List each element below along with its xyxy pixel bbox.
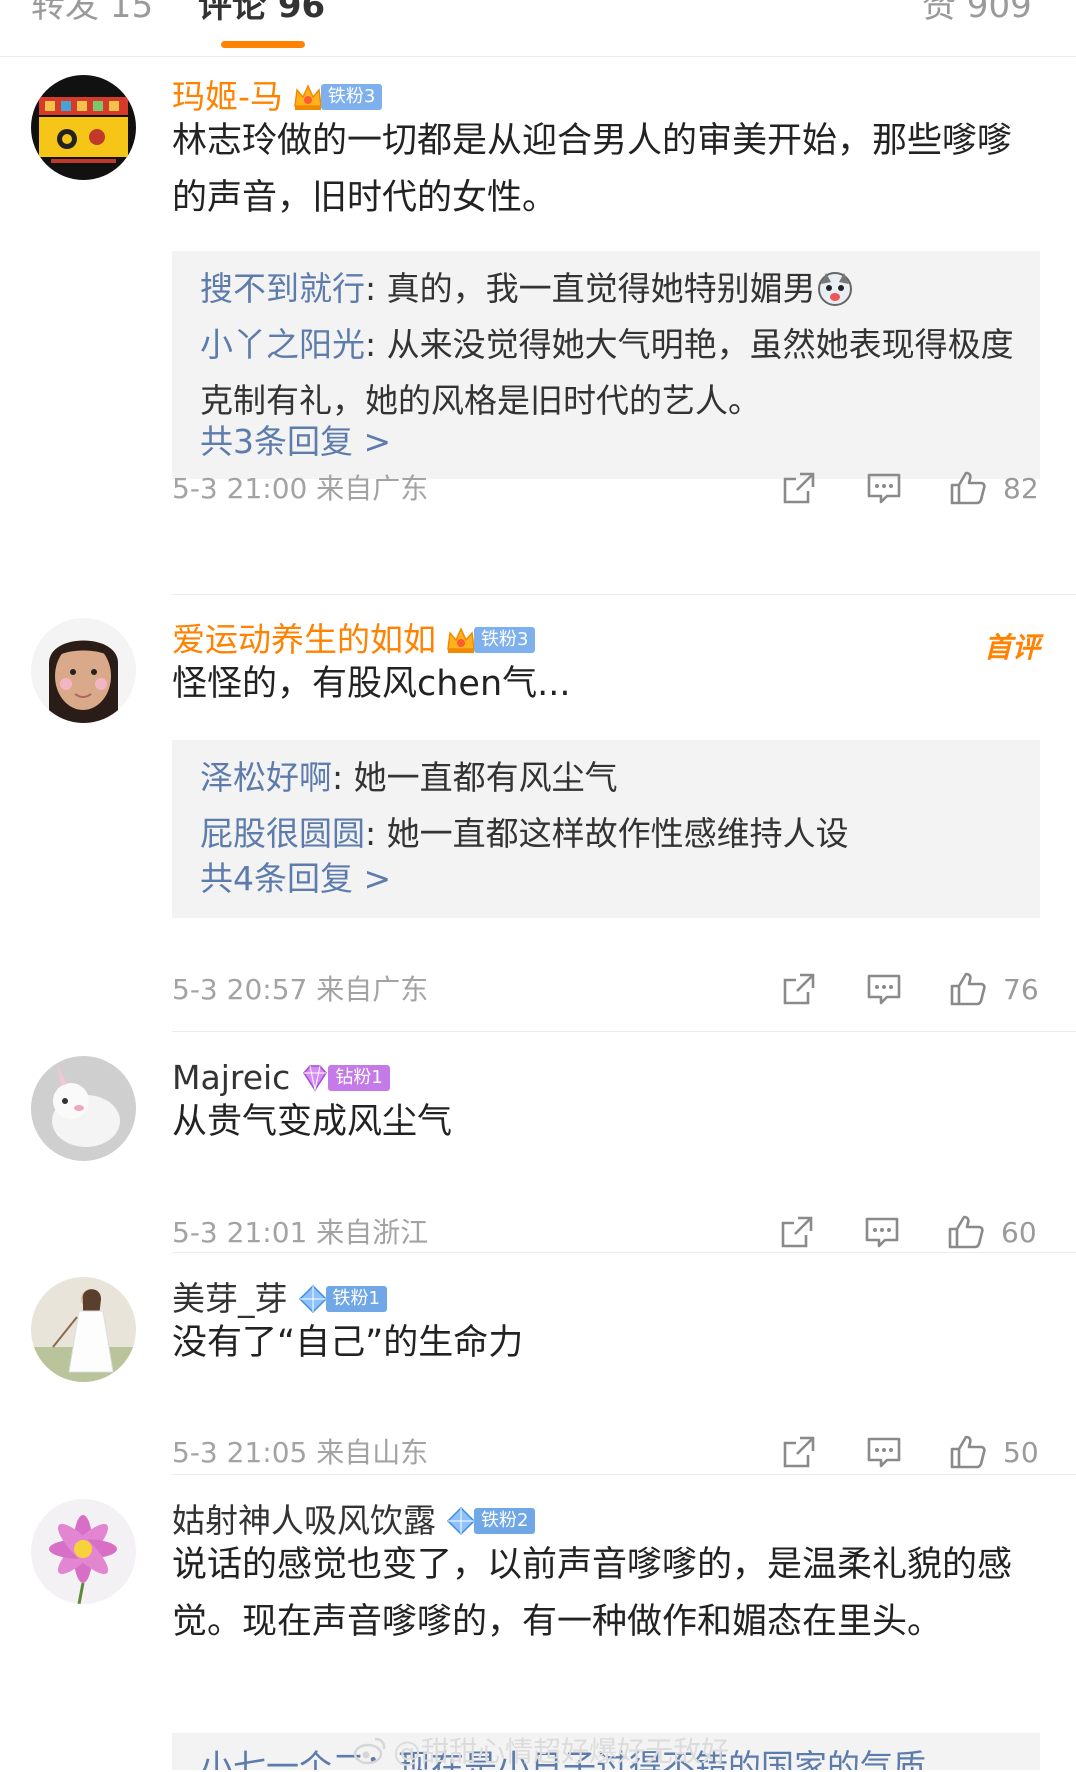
crown-icon [291, 80, 325, 114]
like-count: 82 [1003, 472, 1039, 505]
fan-badge[interactable]: 铁粉3 [444, 623, 536, 657]
like-icon[interactable] [949, 469, 987, 507]
like-icon[interactable] [947, 1213, 985, 1251]
fan-badge[interactable]: 钻粉1 [298, 1061, 390, 1095]
reply-box[interactable]: 泽松好啊: 她一直都有风尘气 屁股很圆圆: 她一直都这样故作性感维持人设 共4条… [172, 740, 1040, 918]
comment-text: 说话的感觉也变了，以前声音嗲嗲的，是温柔礼貌的感觉。现在声音嗲嗲的，有一种做作和… [172, 1545, 1013, 1642]
comment-icon[interactable] [865, 469, 903, 507]
gem-icon [444, 1504, 478, 1538]
more-replies-link[interactable]: 共4条回复 > [200, 854, 391, 904]
fan-badge[interactable]: 铁粉1 [296, 1284, 387, 1314]
like-icon[interactable] [949, 1433, 987, 1471]
reply-username[interactable]: 小丫之阳光 [200, 325, 365, 364]
weibo-logo-icon [353, 1735, 387, 1765]
comment-item: Majreic 钻粉1 从贵气变成风尘气 5-3 21:01 来自浙江 60 [0, 1038, 1076, 1253]
reply-username[interactable]: 屁股很圆圆 [200, 814, 365, 853]
comment-item: 美芽_芽 铁粉1 没有了“自己”的生命力 5-3 21:05 来自山东 50 [0, 1259, 1076, 1475]
like-count: 60 [1001, 1216, 1037, 1249]
divider [172, 594, 1076, 595]
comment-icon[interactable] [865, 1433, 903, 1471]
reply-username[interactable]: 泽松好啊 [200, 758, 332, 797]
comment-text: 从贵气变成风尘气 [172, 1102, 453, 1142]
like-count: 76 [1003, 973, 1039, 1006]
comment-item: 玛姬-马 铁粉3 林志玲做的一切都是从迎合男人的审美开始，那些嗲嗲的声音，旧时代… [0, 57, 1076, 595]
reply-box[interactable]: 搜不到就行: 真的，我一直觉得她特别媚男 小丫之阳光: 从来没觉得她大气明艳，虽… [172, 251, 1040, 479]
watermark: @甜甜心情超好爆好无敌好 [353, 1730, 729, 1770]
divider [172, 1031, 1076, 1032]
comment-tabs: 转发 15 评论 96 赞 909 [0, 0, 1076, 57]
divider [172, 1252, 1076, 1253]
comment-icon[interactable] [865, 970, 903, 1008]
avatar[interactable] [31, 1277, 136, 1382]
comment-actions: 82 [0, 469, 1076, 509]
reply-item: 搜不到就行: 真的，我一直觉得她特别媚男 [200, 261, 1020, 317]
crown-icon [444, 623, 478, 657]
avatar[interactable] [31, 1056, 136, 1161]
share-icon[interactable] [780, 1433, 818, 1471]
comment-item: 姑射神人吸风饮露 铁粉2 说话的感觉也变了，以前声音嗲嗲的，是温柔礼貌的感觉。现… [0, 1481, 1076, 1770]
tab-likes[interactable]: 赞 909 [922, 0, 1032, 28]
share-icon[interactable] [778, 1213, 816, 1251]
diamond-icon [298, 1061, 332, 1095]
gem-icon [296, 1282, 330, 1316]
active-tab-indicator [221, 41, 305, 48]
tab-repost[interactable]: 转发 15 [31, 0, 153, 28]
comment-icon[interactable] [863, 1213, 901, 1251]
fan-badge[interactable]: 铁粉2 [444, 1504, 536, 1538]
reply-item: 泽松好啊: 她一直都有风尘气 [200, 758, 618, 797]
comment-text: 林志玲做的一切都是从迎合男人的审美开始，那些嗲嗲的声音，旧时代的女性。 [172, 121, 1013, 218]
comment-item: 爱运动养生的如如 铁粉3 首评 怪怪的，有股风chen气... 泽松好啊: 她一… [0, 600, 1076, 1032]
comment-actions: 76 [0, 970, 1076, 1010]
comment-text: 没有了“自己”的生命力 [172, 1323, 524, 1363]
share-icon[interactable] [780, 970, 818, 1008]
share-icon[interactable] [780, 469, 818, 507]
comment-actions: 60 [0, 1213, 1076, 1253]
comment-text: 怪怪的，有股风chen气... [172, 664, 571, 704]
reply-item: 小丫之阳光: 从来没觉得她大气明艳，虽然她表现得极度克制有礼，她的风格是旧时代的… [200, 325, 1014, 420]
tab-comments[interactable]: 评论 96 [198, 0, 325, 28]
husky-emoji-icon [816, 269, 854, 307]
fan-badge[interactable]: 铁粉3 [291, 80, 383, 114]
reply-username[interactable]: 搜不到就行 [200, 269, 365, 308]
comment-actions: 50 [0, 1433, 1076, 1473]
like-count: 50 [1003, 1436, 1039, 1469]
divider [172, 1474, 1076, 1475]
avatar[interactable] [31, 75, 136, 180]
avatar[interactable] [31, 618, 136, 723]
more-replies-link[interactable]: 共3条回复 > [200, 417, 391, 467]
avatar[interactable] [31, 1499, 136, 1604]
like-icon[interactable] [949, 970, 987, 1008]
